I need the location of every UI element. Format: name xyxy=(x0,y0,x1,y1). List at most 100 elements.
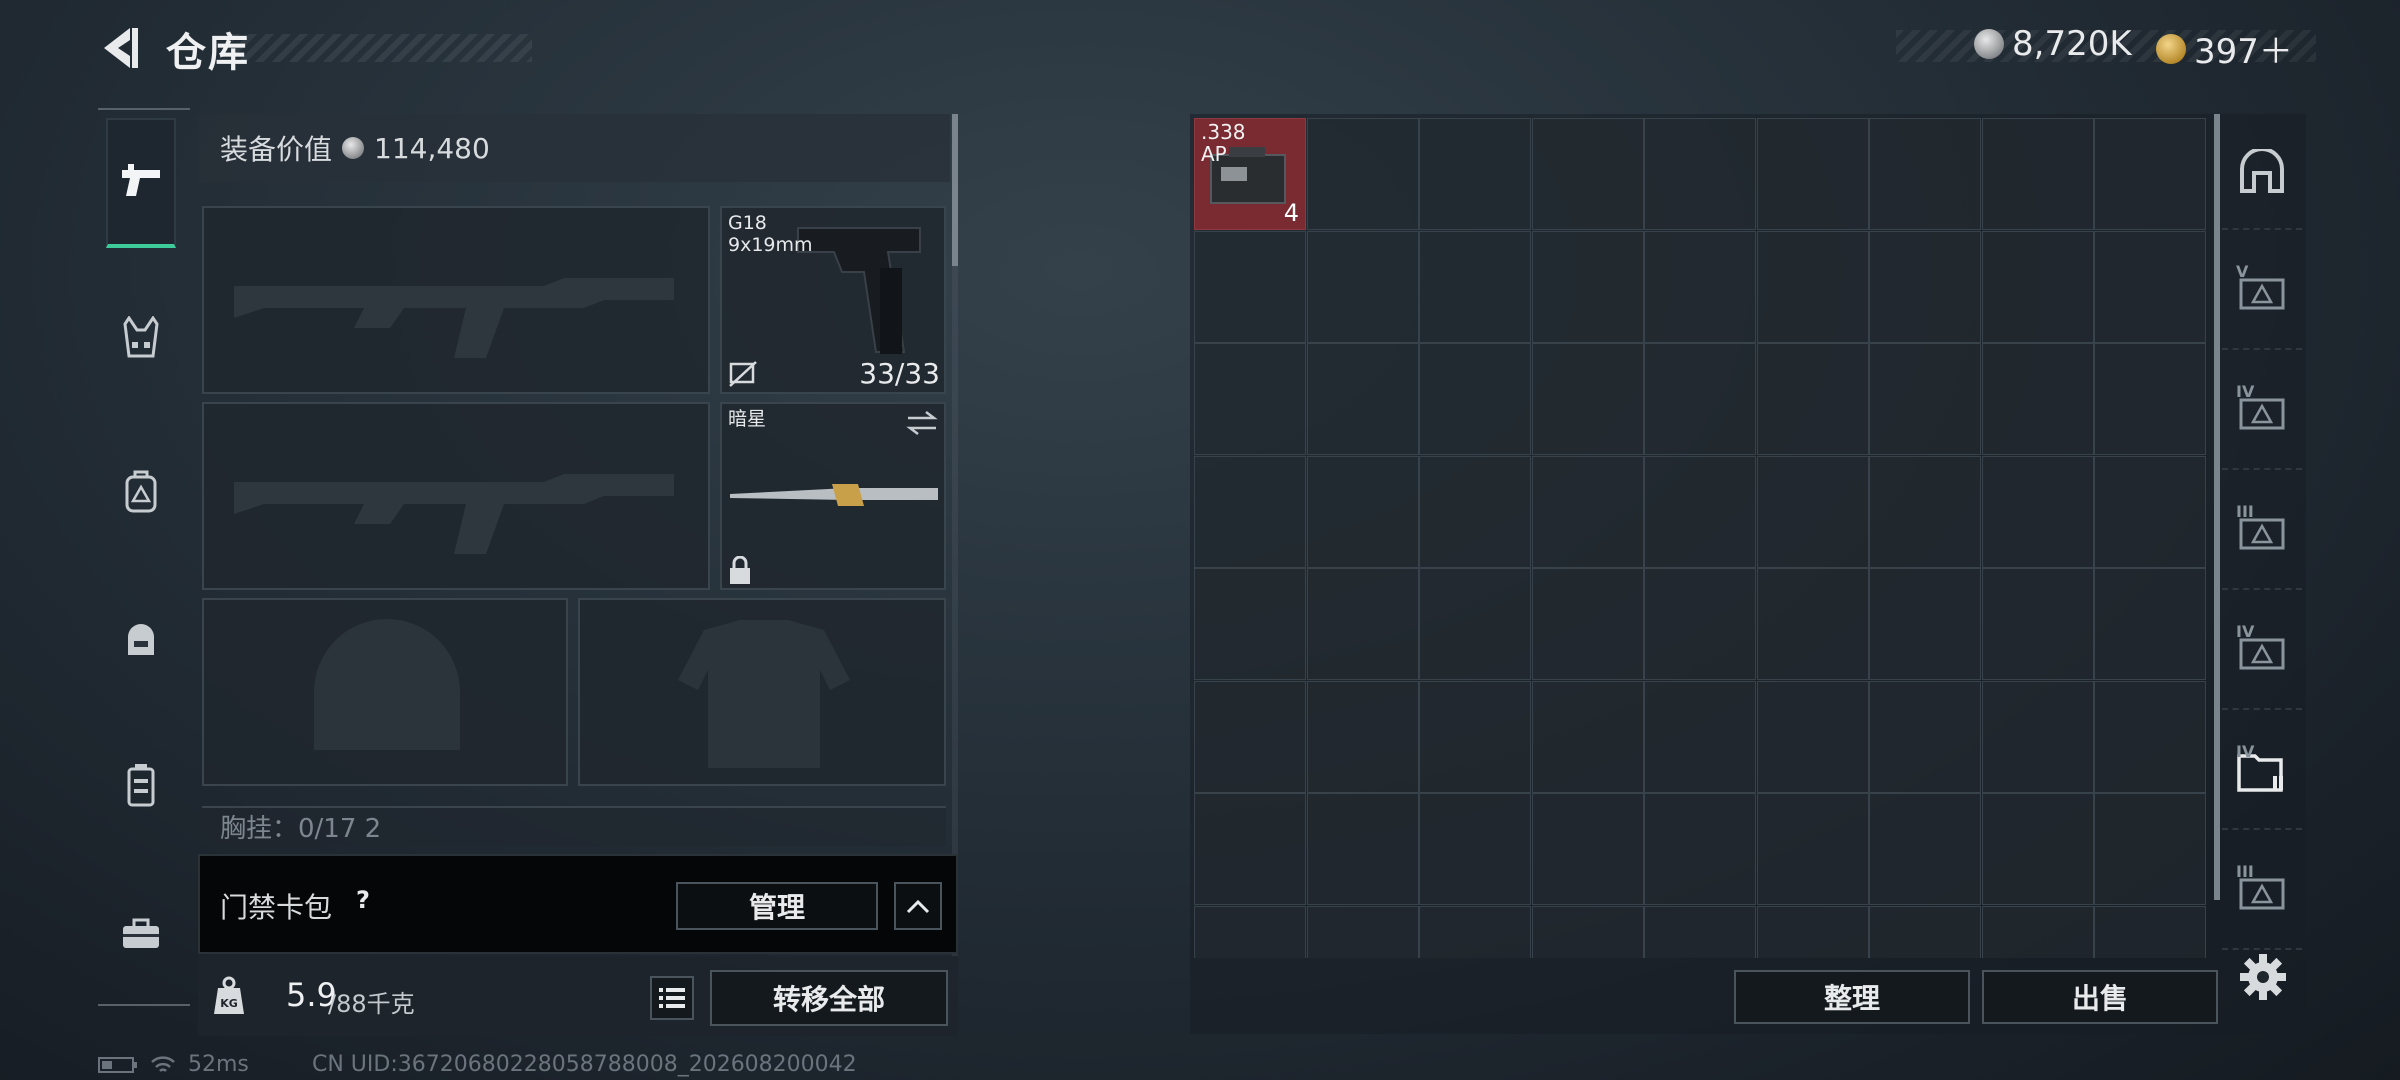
storage-cell[interactable] xyxy=(2094,905,2206,958)
pistol-slot[interactable]: G18 9x19mm 33/33 xyxy=(720,206,946,394)
storage-cell[interactable] xyxy=(1981,455,2094,568)
storage-cell[interactable] xyxy=(1644,793,1756,905)
storage-cell[interactable] xyxy=(1981,793,2094,905)
armor-slot[interactable] xyxy=(578,598,946,786)
storage-cell[interactable] xyxy=(1756,455,1869,568)
ammo-338-ap-item[interactable]: .338 AP 4 xyxy=(1194,118,1306,230)
storage-tab-5[interactable]: IV xyxy=(2222,594,2302,710)
storage-cell[interactable] xyxy=(1644,680,1756,793)
storage-cell[interactable] xyxy=(1644,343,1756,455)
storage-tab-1[interactable] xyxy=(2222,114,2302,230)
tab-toolbox[interactable] xyxy=(106,868,176,998)
storage-cell[interactable] xyxy=(1644,568,1756,680)
storage-cell[interactable] xyxy=(1869,343,1981,455)
storage-cell[interactable] xyxy=(1981,230,2094,343)
storage-cell[interactable] xyxy=(1756,568,1869,680)
storage-cell[interactable] xyxy=(1981,118,2094,230)
help-icon[interactable]: ? xyxy=(348,886,378,920)
storage-cell[interactable] xyxy=(1419,343,1531,455)
storage-cell[interactable] xyxy=(2094,118,2206,230)
tab-backpack[interactable] xyxy=(106,426,176,556)
storage-cell[interactable] xyxy=(1869,455,1981,568)
storage-cell[interactable] xyxy=(1869,568,1981,680)
storage-tab-2[interactable]: V xyxy=(2222,234,2302,350)
storage-tab-6[interactable]: IV xyxy=(2222,714,2302,830)
storage-cell[interactable] xyxy=(1194,793,1306,905)
settings-button[interactable] xyxy=(2238,952,2288,1002)
equipment-scrollbar-thumb[interactable] xyxy=(952,114,958,266)
storage-cell[interactable] xyxy=(1306,455,1419,568)
melee-slot[interactable]: 暗星 xyxy=(720,402,946,590)
storage-tab-3[interactable]: IV xyxy=(2222,354,2302,470)
storage-cell[interactable] xyxy=(1531,455,1644,568)
swap-icon[interactable] xyxy=(906,410,938,436)
storage-cell[interactable] xyxy=(1981,568,2094,680)
storage-scrollbar[interactable] xyxy=(2214,114,2220,900)
storage-cell[interactable] xyxy=(2094,455,2206,568)
storage-cell[interactable] xyxy=(1756,793,1869,905)
storage-cell[interactable] xyxy=(1644,905,1756,958)
storage-cell[interactable] xyxy=(1531,343,1644,455)
storage-cell[interactable] xyxy=(1531,793,1644,905)
storage-cell[interactable] xyxy=(1869,230,1981,343)
storage-cell[interactable] xyxy=(1194,568,1306,680)
storage-cell[interactable] xyxy=(1306,568,1419,680)
primary-weapon-slot-1[interactable] xyxy=(202,206,710,394)
storage-cell[interactable] xyxy=(1419,455,1531,568)
currency-gold[interactable]: 397＋ xyxy=(2156,24,2293,73)
storage-cell[interactable] xyxy=(1419,230,1531,343)
primary-weapon-slot-2[interactable] xyxy=(202,402,710,590)
storage-cell[interactable] xyxy=(1419,118,1531,230)
storage-cell[interactable] xyxy=(1531,905,1644,958)
storage-tab-7[interactable]: III xyxy=(2222,834,2302,950)
storage-cell[interactable] xyxy=(1194,230,1306,343)
storage-cell[interactable] xyxy=(1531,568,1644,680)
storage-cell[interactable] xyxy=(1194,905,1306,958)
storage-cell[interactable] xyxy=(1306,118,1419,230)
storage-cell[interactable] xyxy=(1644,455,1756,568)
storage-cell[interactable] xyxy=(1194,343,1306,455)
tab-weapons[interactable] xyxy=(106,118,176,248)
storage-cell[interactable] xyxy=(1756,118,1869,230)
storage-cell[interactable] xyxy=(1756,680,1869,793)
storage-cell[interactable] xyxy=(1194,680,1306,793)
storage-cell[interactable] xyxy=(1644,230,1756,343)
tab-case[interactable] xyxy=(106,720,176,850)
manage-button[interactable]: 管理 xyxy=(676,882,878,930)
storage-cell[interactable] xyxy=(2094,680,2206,793)
storage-grid[interactable]: .338 AP 4 xyxy=(1194,118,2206,958)
storage-cell[interactable] xyxy=(1419,568,1531,680)
storage-cell[interactable] xyxy=(1306,230,1419,343)
storage-cell[interactable] xyxy=(1981,680,2094,793)
storage-cell[interactable] xyxy=(2094,343,2206,455)
storage-cell[interactable] xyxy=(1756,343,1869,455)
storage-cell[interactable] xyxy=(1306,343,1419,455)
tab-vest[interactable] xyxy=(106,272,176,402)
storage-cell[interactable] xyxy=(1981,343,2094,455)
storage-cell[interactable] xyxy=(1756,230,1869,343)
storage-cell[interactable] xyxy=(2094,230,2206,343)
storage-cell[interactable] xyxy=(1419,905,1531,958)
storage-cell[interactable] xyxy=(1981,905,2094,958)
back-button[interactable] xyxy=(98,24,142,72)
storage-cell[interactable] xyxy=(2094,568,2206,680)
storage-cell[interactable] xyxy=(1531,680,1644,793)
storage-cell[interactable] xyxy=(1531,118,1644,230)
storage-cell[interactable] xyxy=(1869,680,1981,793)
storage-cell[interactable] xyxy=(1531,230,1644,343)
storage-cell[interactable] xyxy=(1756,905,1869,958)
storage-tab-4[interactable]: III xyxy=(2222,474,2302,590)
list-view-button[interactable] xyxy=(650,976,694,1020)
helmet-slot[interactable] xyxy=(202,598,568,786)
storage-cell[interactable] xyxy=(1306,793,1419,905)
storage-cell[interactable] xyxy=(1306,905,1419,958)
collapse-button[interactable] xyxy=(894,882,942,930)
storage-cell[interactable] xyxy=(1306,680,1419,793)
tab-helmet[interactable] xyxy=(106,574,176,704)
storage-cell[interactable] xyxy=(1419,793,1531,905)
storage-cell[interactable] xyxy=(1869,118,1981,230)
storage-cell[interactable] xyxy=(1194,455,1306,568)
storage-cell[interactable] xyxy=(1419,680,1531,793)
storage-cell[interactable] xyxy=(1644,118,1756,230)
storage-cell[interactable] xyxy=(1869,905,1981,958)
